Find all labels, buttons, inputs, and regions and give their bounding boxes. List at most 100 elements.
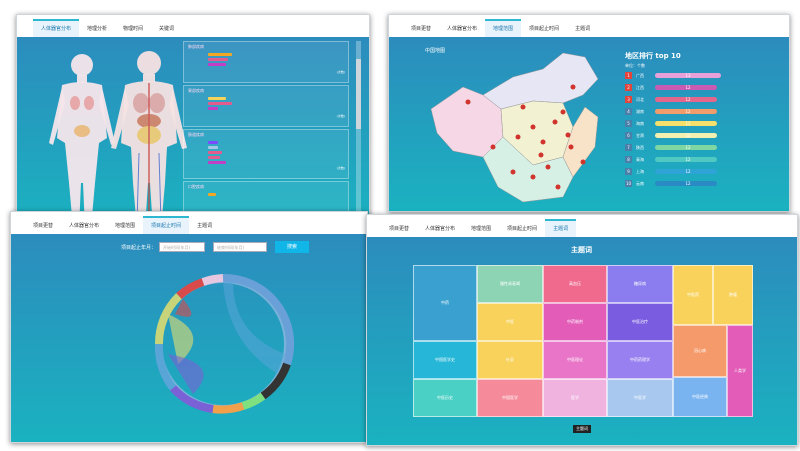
rank-list: 1 广西 13 2 江西 12 3 河北 12 4 湖南 12 5 海南 12 …	[625, 72, 755, 202]
panel-keyword: 项目更替 人体器官分布 地理范围 项目起止时间 主题词 主题词 中药 慢性肾衰竭…	[366, 214, 798, 446]
panel-geo: 项目更替 人体器官分布 地理范围 项目起止时间 主题词 中国地图 地区排行 to…	[388, 14, 790, 212]
tab-geo[interactable]: 地理范围	[485, 19, 522, 37]
treemap-cell[interactable]: 中国医学史	[413, 341, 477, 379]
treemap-cell[interactable]: 中医治疗	[607, 303, 673, 341]
tab-organ[interactable]: 人体器官分布	[417, 221, 463, 237]
rank-number: 8	[625, 156, 632, 163]
treemap: 中药 慢性肾衰竭 高血压 糖尿病 中医药 肿瘤 中医 中药制剂 中医治疗 冠心病…	[413, 265, 753, 417]
tab-keyword[interactable]: 主题词	[189, 218, 220, 234]
rank-name: 江西	[636, 85, 644, 90]
treemap-cell[interactable]: 中国医学	[477, 379, 543, 417]
treemap-cell[interactable]: 中医	[477, 303, 543, 341]
rank-name: 云南	[636, 181, 644, 186]
treemap-cell[interactable]: 中医经典	[673, 377, 727, 417]
treemap-cell[interactable]: 中药药理学	[607, 341, 673, 379]
treemap-cell[interactable]: 中药制剂	[543, 303, 607, 341]
tab-time[interactable]: 项目起止时间	[499, 221, 545, 237]
body-figures	[49, 51, 187, 225]
tab-keyword[interactable]: 主题词	[545, 219, 577, 237]
axis-unit: (次数)	[336, 166, 345, 170]
bar	[208, 146, 218, 149]
rank-row: 4 湖南 12	[625, 108, 745, 116]
bar	[208, 107, 218, 110]
treemap-cell[interactable]: 中医理论	[543, 341, 607, 379]
keyword-content: 主题词 中药 慢性肾衰竭 高血压 糖尿病 中医药 肿瘤 中医 中药制剂 中医治疗…	[367, 237, 797, 445]
scrollbar[interactable]	[356, 41, 361, 223]
tab-time[interactable]: 项目起止时间	[143, 216, 190, 234]
rank-row: 7 陕西 12	[625, 144, 745, 152]
bar	[208, 151, 222, 154]
rank-name: 青海	[636, 157, 644, 162]
tab-project[interactable]: 项目更替	[381, 221, 417, 237]
rank-number: 6	[625, 132, 632, 139]
tabbar: 人体器官分布 地理分析 物理时间 关键词	[17, 15, 369, 38]
tab-time[interactable]: 项目起止时间	[521, 21, 567, 37]
rank-name: 湖南	[636, 109, 644, 114]
chart-title: 胃部疾病	[188, 88, 204, 93]
rank-name: 海南	[636, 121, 644, 126]
bar	[208, 58, 228, 61]
bar	[208, 63, 226, 66]
tab-organ[interactable]: 人体器官分布	[33, 19, 80, 37]
rank-row: 8 青海 12	[625, 156, 745, 164]
axis-unit: (次数)	[336, 70, 345, 74]
bar	[208, 141, 218, 144]
tab-keyword[interactable]: 关键词	[151, 21, 182, 37]
rank-row: 10 云南 12	[625, 180, 745, 188]
treemap-cell[interactable]: 冠心病	[673, 325, 727, 377]
rank-row: 6 甘肃 12	[625, 132, 745, 140]
tab-project[interactable]: 项目更替	[403, 21, 439, 37]
tabbar: 项目更替 人体器官分布 地理范围 项目起止时间 主题词	[11, 212, 367, 235]
rank-name: 陕西	[636, 145, 644, 150]
end-date-input[interactable]: 结束时间(年月)	[213, 242, 267, 252]
tab-project[interactable]: 项目更替	[25, 218, 61, 234]
treemap-cell[interactable]: 中药	[413, 265, 477, 341]
treemap-cell[interactable]: 中医学	[607, 379, 673, 417]
rank-number: 7	[625, 144, 632, 151]
filter-label: 项目起止年月：	[121, 245, 157, 251]
tab-geo[interactable]: 地理分析	[79, 21, 115, 37]
chord-diagram[interactable]	[153, 262, 313, 427]
treemap-title: 主题词	[571, 246, 592, 254]
treemap-cell[interactable]: 中医历史	[413, 379, 477, 417]
treemap-cell[interactable]: 慢性肾衰竭	[477, 265, 543, 303]
china-map[interactable]	[423, 47, 613, 212]
rank-value: 13	[685, 73, 691, 78]
rank-number: 9	[625, 168, 632, 175]
treemap-cell[interactable]: 医学	[543, 379, 607, 417]
rank-value: 12	[685, 133, 691, 138]
bar	[208, 53, 232, 56]
rank-unit: 单位：个数	[625, 63, 645, 68]
rank-name: 上海	[636, 169, 644, 174]
rank-value: 12	[685, 85, 691, 90]
female-body-icon	[49, 54, 115, 225]
tab-time[interactable]: 物理时间	[115, 21, 151, 37]
tab-geo[interactable]: 地理范围	[463, 221, 499, 237]
tab-geo[interactable]: 地理范围	[107, 218, 143, 234]
treemap-cell[interactable]: 高血压	[543, 265, 607, 303]
start-date-input[interactable]: 开始时间(年月)	[159, 242, 205, 252]
treemap-cell[interactable]: 肿瘤	[713, 265, 753, 325]
panel-organ: 人体器官分布 地理分析 物理时间 关键词 肺部疾病 (次数) 胃部疾病 (次数)…	[16, 14, 370, 226]
treemap-cell[interactable]: 中医药	[673, 265, 713, 325]
rank-value: 12	[685, 109, 691, 114]
treemap-cell[interactable]: 糖尿病	[607, 265, 673, 303]
treemap-cell[interactable]: 人类学	[727, 325, 753, 417]
search-button[interactable]: 搜索	[275, 241, 309, 253]
treemap-cell[interactable]: 针灸	[477, 341, 543, 379]
chart-list[interactable]: 肺部疾病 (次数) 胃部疾病 (次数) 肠道疾病 (次数) 口腔疾病	[183, 41, 351, 223]
rank-value: 12	[685, 145, 691, 150]
tabbar: 项目更替 人体器官分布 地理范围 项目起止时间 主题词	[367, 215, 797, 238]
tab-keyword[interactable]: 主题词	[567, 21, 598, 37]
bar	[208, 161, 226, 164]
rank-number: 2	[625, 84, 632, 91]
tab-organ[interactable]: 人体器官分布	[61, 218, 107, 234]
tab-organ[interactable]: 人体器官分布	[439, 21, 485, 37]
rank-value: 12	[685, 169, 691, 174]
scroll-thumb[interactable]	[356, 59, 361, 129]
chart-title: 肺部疾病	[188, 44, 204, 49]
rank-value: 12	[685, 157, 691, 162]
rank-number: 5	[625, 120, 632, 127]
chart-card-stomach: 胃部疾病 (次数)	[183, 85, 349, 127]
rank-value: 12	[685, 97, 691, 102]
